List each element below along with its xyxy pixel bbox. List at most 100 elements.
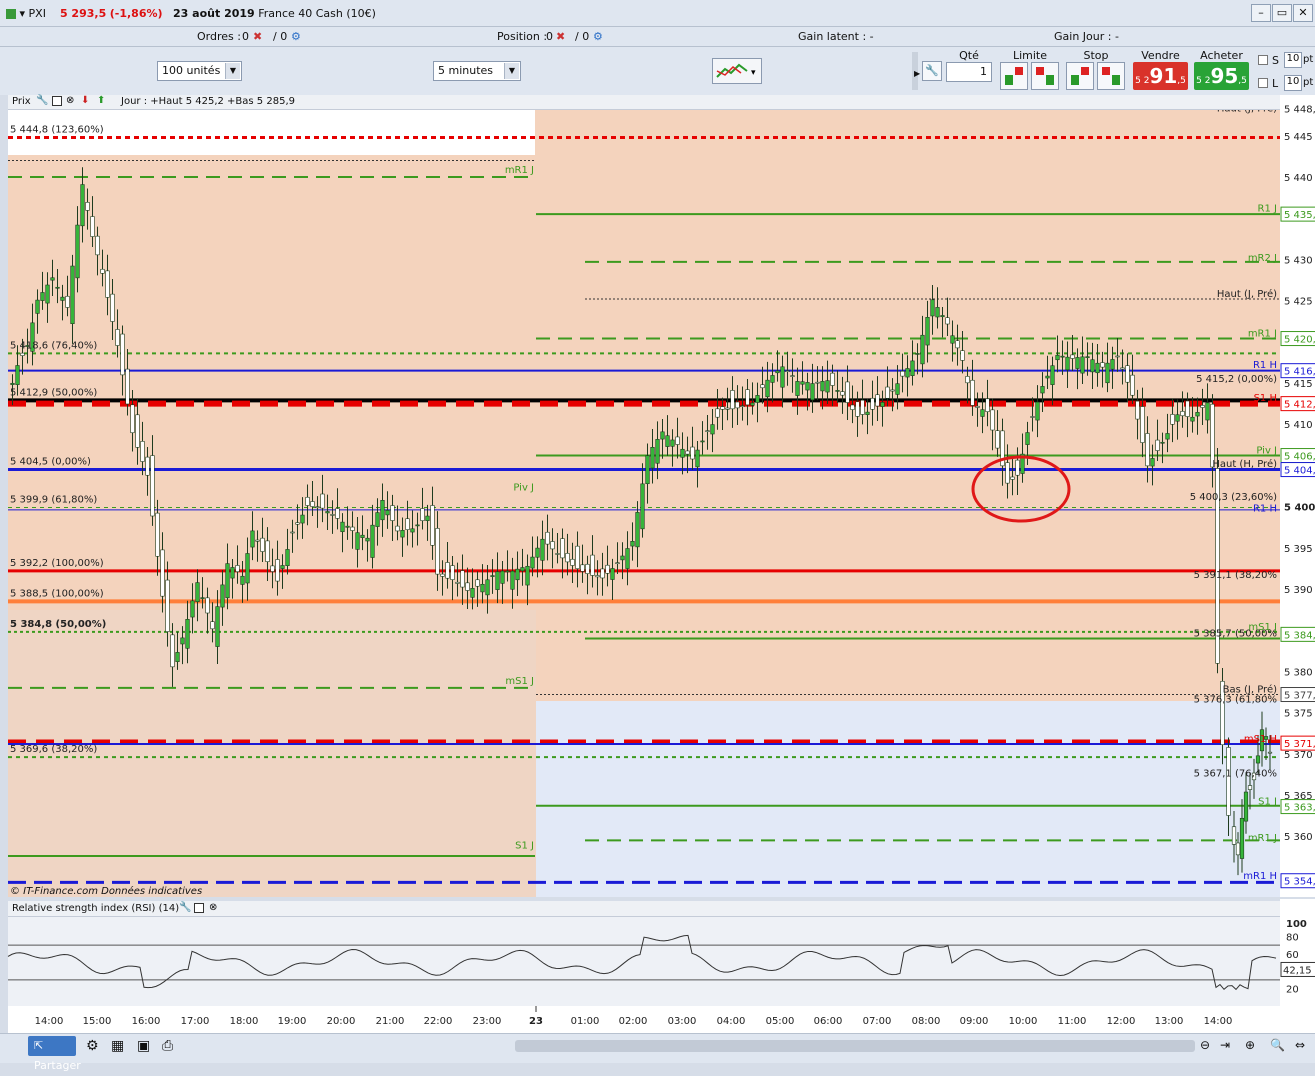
watermark: © IT-Finance.com Données indicatives bbox=[10, 886, 203, 897]
candle bbox=[455, 581, 460, 584]
candle bbox=[180, 637, 185, 645]
left-level-label: 5 369,6 (38,20%) bbox=[10, 744, 97, 755]
candle bbox=[1095, 362, 1100, 374]
share-button[interactable]: ⇱ Partager bbox=[28, 1036, 81, 1072]
candle bbox=[615, 562, 620, 564]
layout-icon[interactable]: ▣ bbox=[137, 1038, 150, 1054]
candle bbox=[675, 436, 680, 445]
chart-header: Prix 🔧 ⊗ ⬇ ⬆ Jour : +Haut 5 425,2 +Bas 5… bbox=[8, 95, 1280, 110]
candle bbox=[45, 284, 50, 304]
candle bbox=[160, 549, 165, 597]
print-icon[interactable]: ⎙ bbox=[162, 1038, 173, 1054]
candle bbox=[235, 565, 240, 573]
zoom-out-icon[interactable]: ⊖ bbox=[1200, 1038, 1210, 1052]
price-axis-tick: 5 448, bbox=[1284, 105, 1315, 116]
candle bbox=[255, 539, 260, 542]
candle bbox=[1231, 826, 1237, 845]
time-axis-tick: 20:00 bbox=[327, 1016, 356, 1027]
price-axis-tick: 5 415 bbox=[1284, 379, 1313, 390]
price-axis-tick: 5 354, bbox=[1284, 877, 1315, 888]
rsi-axis-tick: 80 bbox=[1286, 932, 1299, 943]
wrench-icon[interactable]: 🔧 bbox=[36, 95, 48, 106]
candle bbox=[1115, 355, 1120, 358]
candle bbox=[765, 379, 770, 398]
candle bbox=[130, 404, 135, 434]
candle bbox=[305, 496, 310, 506]
candle bbox=[1055, 355, 1060, 361]
candle bbox=[1065, 356, 1070, 371]
price-axis-tick: 5 371, bbox=[1284, 739, 1315, 750]
calculator-icon[interactable]: ▦ bbox=[111, 1038, 124, 1054]
candle bbox=[335, 508, 340, 519]
candle bbox=[350, 526, 355, 531]
candle bbox=[990, 409, 995, 431]
candle bbox=[595, 575, 600, 578]
candle bbox=[1090, 359, 1095, 373]
left-level-label: 5 388,5 (100,00%) bbox=[10, 588, 104, 599]
candle bbox=[40, 292, 45, 301]
candle bbox=[1120, 367, 1125, 370]
candle bbox=[385, 510, 390, 516]
candle bbox=[560, 538, 565, 559]
candle bbox=[50, 277, 55, 281]
candle bbox=[760, 384, 765, 389]
window-icon[interactable] bbox=[52, 96, 62, 106]
rsi-value: 42,15 bbox=[1283, 965, 1312, 976]
candle bbox=[1235, 842, 1241, 856]
candle bbox=[535, 547, 540, 558]
candle bbox=[740, 405, 745, 407]
right-level-label: S1 J bbox=[1258, 797, 1277, 808]
left-level-label: 5 444,8 (123,60%) bbox=[10, 124, 104, 135]
close-icon[interactable]: ⊗ bbox=[209, 902, 217, 913]
candle bbox=[500, 570, 505, 584]
window-icon[interactable] bbox=[194, 903, 204, 913]
candle bbox=[1050, 365, 1055, 385]
candle bbox=[830, 372, 835, 386]
price-axis-tick: 5 406, bbox=[1284, 452, 1315, 463]
time-axis-tick: 05:00 bbox=[766, 1016, 795, 1027]
candle bbox=[1140, 406, 1145, 443]
magnifier-icon[interactable]: 🔍 bbox=[1270, 1038, 1285, 1052]
candle bbox=[495, 571, 500, 590]
candle bbox=[515, 568, 520, 581]
scroll-end-icon[interactable]: ⇥ bbox=[1220, 1038, 1230, 1052]
candle bbox=[545, 531, 550, 545]
candle bbox=[355, 532, 360, 550]
candle bbox=[620, 555, 625, 561]
candle bbox=[1040, 386, 1045, 394]
right-level-label: mR1 J bbox=[1248, 329, 1277, 340]
candle bbox=[430, 505, 435, 546]
candle bbox=[525, 565, 530, 586]
time-axis-tick: 04:00 bbox=[717, 1016, 746, 1027]
candle bbox=[755, 395, 760, 403]
candle bbox=[1175, 414, 1180, 422]
time-axis-tick: 22:00 bbox=[424, 1016, 453, 1027]
candle bbox=[1005, 462, 1010, 484]
candle bbox=[145, 456, 150, 476]
arrow-up-icon[interactable]: ⬆ bbox=[97, 95, 105, 106]
time-axis-tick: 21:00 bbox=[376, 1016, 405, 1027]
wrench-icon[interactable]: 🔧 bbox=[179, 902, 191, 913]
candle bbox=[715, 408, 720, 418]
candle bbox=[330, 514, 335, 516]
candle bbox=[775, 370, 780, 374]
arrow-down-icon[interactable]: ⬇ bbox=[81, 95, 89, 106]
candle bbox=[810, 383, 815, 401]
price-axis-tick: 5 410 bbox=[1284, 420, 1313, 431]
zoom-icon[interactable]: ⊕ bbox=[1245, 1038, 1255, 1052]
scrollbar[interactable] bbox=[515, 1040, 1195, 1052]
candle bbox=[1239, 817, 1245, 859]
candle bbox=[1080, 356, 1085, 374]
close-icon[interactable]: ⊗ bbox=[66, 95, 74, 106]
candle bbox=[505, 570, 510, 573]
candle bbox=[15, 365, 20, 385]
candle bbox=[345, 525, 350, 528]
candle bbox=[655, 439, 660, 464]
fit-icon[interactable]: ⇔ bbox=[1295, 1038, 1305, 1052]
candle bbox=[105, 270, 110, 298]
candle bbox=[1205, 402, 1210, 421]
settings-icon[interactable]: ⚙ bbox=[86, 1038, 99, 1054]
candle bbox=[395, 525, 400, 532]
candle bbox=[375, 512, 380, 527]
candle bbox=[510, 570, 515, 590]
